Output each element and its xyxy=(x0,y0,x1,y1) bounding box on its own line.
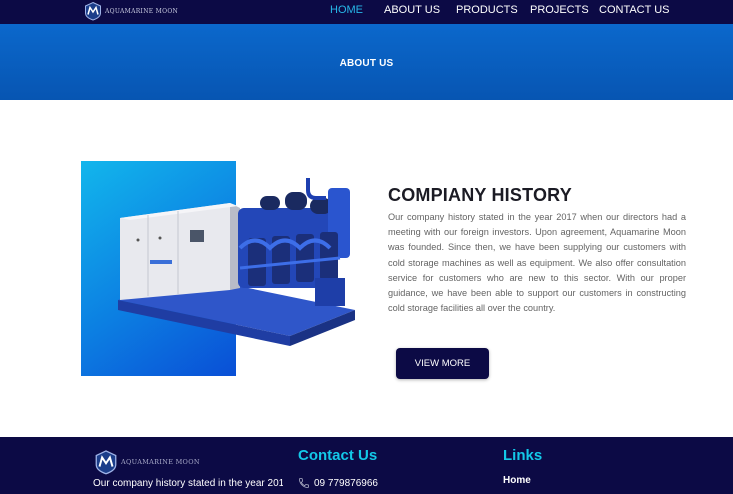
view-more-button[interactable]: VIEW MORE xyxy=(396,348,489,379)
footer-phone[interactable]: 09 779876966 xyxy=(298,477,378,489)
phone-icon xyxy=(299,478,309,488)
nav-home[interactable]: HOME xyxy=(330,4,363,16)
top-navbar: AQUAMARINE MOON HOME ABOUT US PRODUCTS P… xyxy=(0,0,733,24)
cold-storage-machine-image xyxy=(118,178,355,346)
site-footer: AQUAMARINE MOON Our company history stat… xyxy=(0,437,733,494)
logo-icon xyxy=(95,450,117,475)
footer-contact-heading: Contact Us xyxy=(298,447,378,464)
footer-about-text: Our company history stated in the year 2… xyxy=(93,478,283,489)
footer-links-heading: Links xyxy=(503,447,543,464)
history-paragraph: Our company history stated in the year 2… xyxy=(388,212,686,314)
footer-logo[interactable]: AQUAMARINE MOON xyxy=(93,449,200,475)
nav-products[interactable]: PRODUCTS xyxy=(456,4,518,16)
page-title: ABOUT US xyxy=(339,58,394,69)
footer-link-home[interactable]: Home xyxy=(503,475,531,486)
footer-logo-text: AQUAMARINE MOON xyxy=(121,458,200,466)
nav-contact-us[interactable]: CONTACT US xyxy=(599,4,670,16)
brand-logo[interactable]: AQUAMARINE MOON xyxy=(83,1,178,21)
page-banner: ABOUT US xyxy=(0,24,733,100)
nav-about-us[interactable]: ABOUT US xyxy=(384,4,440,16)
logo-text: AQUAMARINE MOON xyxy=(105,7,179,15)
logo-icon xyxy=(85,1,101,21)
history-heading: COMPIANY HISTORY xyxy=(388,185,572,205)
nav-projects[interactable]: PROJECTS xyxy=(530,4,589,16)
footer-phone-number: 09 779876966 xyxy=(314,477,378,489)
